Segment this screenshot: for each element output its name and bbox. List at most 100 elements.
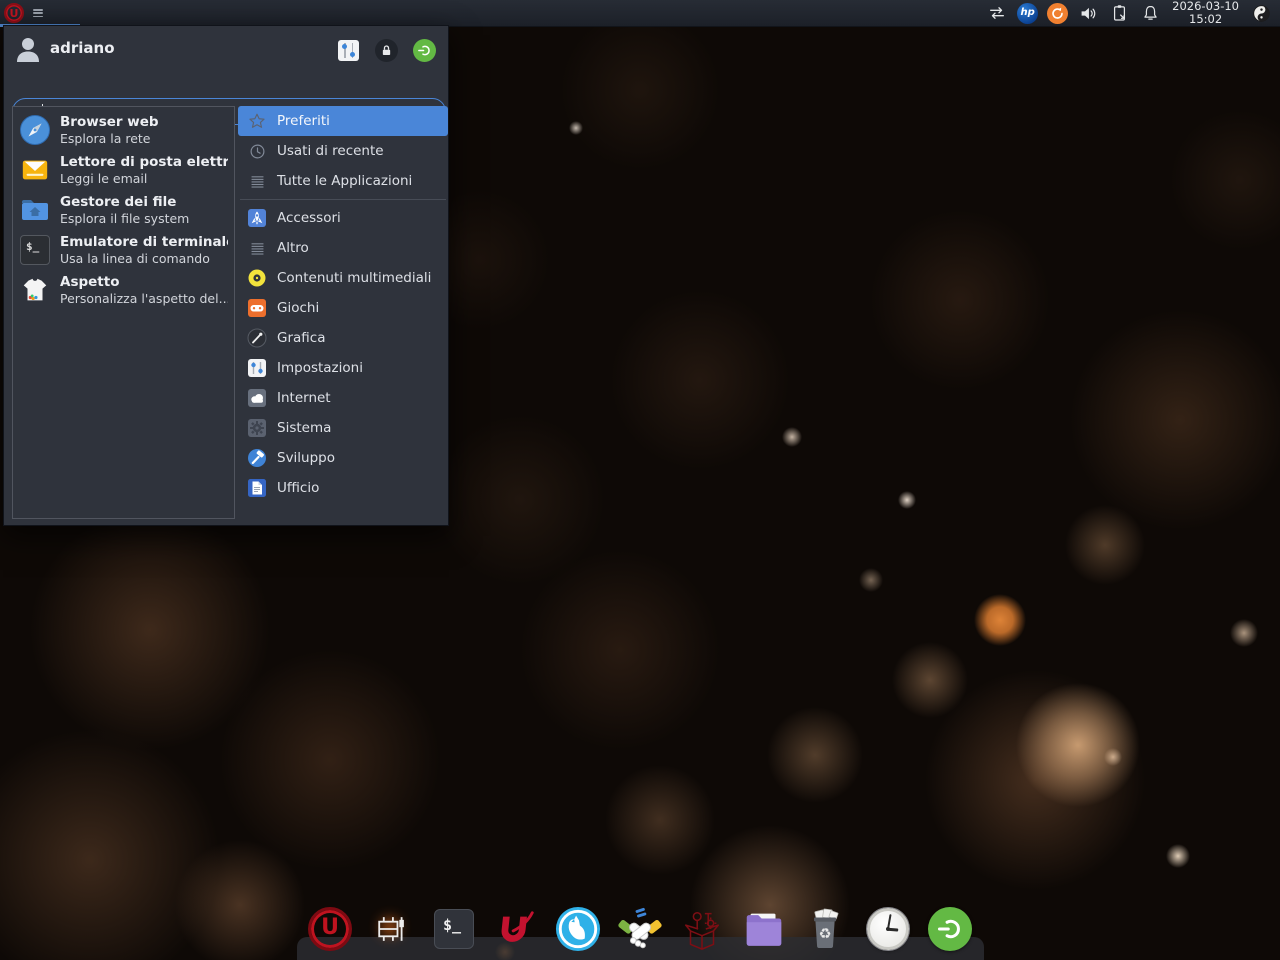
hp-tray-icon[interactable]: hp xyxy=(1017,3,1038,24)
folder-icon xyxy=(741,906,787,952)
category-grafica[interactable]: Grafica xyxy=(238,323,448,353)
category-label: Impostazioni xyxy=(277,360,363,376)
application-menu: adriano xyxy=(3,25,449,526)
librewolf-browser-icon xyxy=(555,906,601,952)
sliders-icon xyxy=(338,40,359,61)
star-icon xyxy=(247,111,267,131)
dock-file-manager[interactable] xyxy=(740,905,788,953)
category-internet[interactable]: Internet xyxy=(238,383,448,413)
clipboard-icon[interactable] xyxy=(1108,2,1130,24)
hp-label: hp xyxy=(1021,8,1035,18)
view-recently-used[interactable]: Usati di recente xyxy=(238,136,448,166)
menu-item-subtitle: Esplora il file system xyxy=(60,211,189,227)
view-label: Usati di recente xyxy=(277,143,384,159)
menu-item-mail-reader[interactable]: Lettore di posta elettr... Leggi le emai… xyxy=(13,150,234,190)
dock-librewolf-browser[interactable] xyxy=(554,905,602,953)
terminal-icon: $_ xyxy=(19,234,51,266)
hamburger-menu-icon[interactable] xyxy=(32,7,44,19)
menu-item-subtitle: Leggi le email xyxy=(60,171,228,187)
terminal-glyph: $_ xyxy=(443,916,461,934)
menu-item-appearance[interactable]: Aspetto Personalizza l'aspetto del... xyxy=(13,270,234,310)
category-label: Contenuti multimediali xyxy=(277,270,431,286)
dock-video-editor[interactable] xyxy=(368,905,416,953)
category-label: Altro xyxy=(277,240,309,256)
dock-ufficiozero[interactable] xyxy=(492,905,540,953)
lock-screen-button[interactable] xyxy=(375,39,398,62)
yin-yang-icon[interactable] xyxy=(1250,2,1272,24)
file-manager-icon xyxy=(19,194,51,226)
menu-item-subtitle: Esplora la rete xyxy=(60,131,159,147)
distro-logo-letter: U xyxy=(10,8,19,19)
category-label: Sviluppo xyxy=(277,450,335,466)
list-lines-icon xyxy=(247,238,267,258)
category-impostazioni[interactable]: Impostazioni xyxy=(238,353,448,383)
dock: U $_ xyxy=(306,905,974,953)
category-altro[interactable]: Altro xyxy=(238,233,448,263)
menu-item-subtitle: Usa la linea di comando xyxy=(60,251,228,267)
settings-button[interactable] xyxy=(337,39,360,62)
category-contenuti-multimediali[interactable]: Contenuti multimediali xyxy=(238,263,448,293)
user-name: adriano xyxy=(50,39,115,57)
media-disc-icon xyxy=(247,268,267,288)
clock-date[interactable]: 2026-03-10 15:02 xyxy=(1170,0,1241,26)
category-giochi[interactable]: Giochi xyxy=(238,293,448,323)
menu-item-file-manager[interactable]: Gestore dei file Esplora il file system xyxy=(13,190,234,230)
view-label: Tutte le Applicazioni xyxy=(277,173,412,189)
desktop: U hp 2026-03-10 xyxy=(0,0,1280,960)
notifications-bell-icon[interactable] xyxy=(1139,2,1161,24)
time-label: 15:02 xyxy=(1172,13,1239,26)
separator xyxy=(240,199,446,200)
menu-item-title: Gestore dei file xyxy=(60,194,189,211)
view-label: Preferiti xyxy=(277,113,330,129)
dock-clock[interactable] xyxy=(864,905,912,953)
padlock-icon xyxy=(380,44,393,57)
dock-terminal[interactable]: $_ xyxy=(430,905,478,953)
category-ufficio[interactable]: Ufficio xyxy=(238,473,448,503)
rocket-icon xyxy=(247,208,267,228)
category-sistema[interactable]: Sistema xyxy=(238,413,448,443)
view-all-applications[interactable]: Tutte le Applicazioni xyxy=(238,166,448,196)
dock-trash[interactable]: ♻ xyxy=(802,905,850,953)
app-menu-button[interactable]: U xyxy=(4,3,24,23)
handshake-icon xyxy=(617,906,663,952)
logout-button[interactable] xyxy=(413,39,436,62)
sliders-icon xyxy=(247,358,267,378)
list-lines-icon xyxy=(247,171,267,191)
user-avatar xyxy=(13,34,43,68)
gear-icon xyxy=(247,418,267,438)
terminal-icon: $_ xyxy=(434,909,474,949)
menu-header: adriano xyxy=(4,26,448,72)
logout-icon xyxy=(417,43,432,58)
category-label: Internet xyxy=(277,390,331,406)
document-icon xyxy=(247,478,267,498)
category-accessori[interactable]: Accessori xyxy=(238,203,448,233)
menu-item-terminal[interactable]: $_ Emulatore di terminale Usa la linea d… xyxy=(13,230,234,270)
ufficiozero-u-icon xyxy=(494,907,538,951)
svg-text:♻: ♻ xyxy=(819,927,832,943)
category-label: Accessori xyxy=(277,210,341,226)
dock-toolbox[interactable] xyxy=(678,905,726,953)
categories-column: Preferiti Usati di recente Tutte le Appl… xyxy=(238,106,448,503)
menu-item-title: Aspetto xyxy=(60,274,228,291)
cloud-icon xyxy=(247,388,267,408)
view-favorites[interactable]: Preferiti xyxy=(238,106,448,136)
gamepad-icon xyxy=(247,298,267,318)
category-label: Sistema xyxy=(277,420,331,436)
clock-icon xyxy=(867,908,909,950)
top-panel: U hp 2026-03-10 xyxy=(0,0,1280,27)
hammer-icon xyxy=(247,448,267,468)
volume-icon[interactable] xyxy=(1077,2,1099,24)
update-notifier-icon[interactable] xyxy=(1047,3,1068,24)
category-label: Giochi xyxy=(277,300,319,316)
category-sviluppo[interactable]: Sviluppo xyxy=(238,443,448,473)
distro-logo-letter: U xyxy=(321,917,339,939)
menu-item-title: Browser web xyxy=(60,114,159,131)
menu-item-browser-web[interactable]: Browser web Esplora la rete xyxy=(13,110,234,150)
dock-distro-logo[interactable]: U xyxy=(306,905,354,953)
trash-icon: ♻ xyxy=(803,906,849,952)
dock-handshake-app[interactable] xyxy=(616,905,664,953)
dock-logout[interactable] xyxy=(926,905,974,953)
menu-item-title: Lettore di posta elettr... xyxy=(60,154,228,171)
category-label: Grafica xyxy=(277,330,325,346)
swap-arrows-icon[interactable] xyxy=(986,2,1008,24)
